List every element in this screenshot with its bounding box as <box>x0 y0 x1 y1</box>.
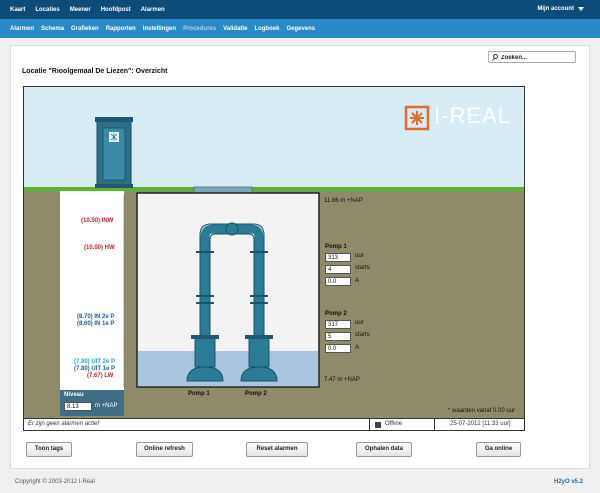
niveau-unit: m +NAP <box>95 403 118 409</box>
nav-locaties[interactable]: Locaties <box>35 7 59 13</box>
pump-1-title: Pomp 1 <box>325 244 347 250</box>
pump-1-amps-unit: A <box>355 278 360 284</box>
toon-tags-button[interactable]: Toon tags <box>26 442 72 457</box>
brand-logo-text: I-REAL <box>434 103 511 128</box>
manhole-cover <box>193 186 253 194</box>
nav-meener[interactable]: Meener <box>70 7 91 13</box>
pump-2-hours: 317 <box>325 320 351 329</box>
pump-1-hours-unit: uur <box>355 253 364 259</box>
label-in-2e-p: (8.70) IN 2e P <box>77 314 115 320</box>
tab-grafieken[interactable]: Grafieken <box>71 26 99 32</box>
connection-indicator-icon <box>375 422 381 428</box>
label-uit-1e-p: (7.80) UIT 1e P <box>74 366 116 372</box>
tab-procedures[interactable]: Procedures <box>183 26 216 32</box>
reset-alarmen-button[interactable]: Reset alarmen <box>246 442 308 457</box>
tab-rapporten[interactable]: Rapporten <box>106 26 136 32</box>
connection-status: Offline <box>385 421 403 427</box>
label-uit-2e-p: (7.90) UIT 2e P <box>74 359 116 365</box>
pump-2-hours-unit: uur <box>355 320 364 326</box>
page-title: Locatie "Rioolgemaal De Liezen": Overzic… <box>22 68 168 75</box>
nav-alarmen[interactable]: Alarmen <box>141 7 165 13</box>
top-level-readout: 11.86 m +NAP <box>324 198 363 204</box>
control-cabinet <box>95 117 133 188</box>
pump-1-hours: 313 <box>325 253 351 262</box>
niveau-value: 8.13 <box>64 402 92 411</box>
nav-kaart[interactable]: Kaart <box>10 7 25 13</box>
pump-2-title: Pomp 2 <box>325 311 347 317</box>
status-bar: Er zijn geen alarmen actief Offline 25-0… <box>23 419 525 431</box>
ga-online-button[interactable]: Ga online <box>476 442 521 457</box>
pump-1-caption: Pomp 1 <box>188 391 210 397</box>
pump-2-caption: Pomp 2 <box>245 391 267 397</box>
version[interactable]: H2yO v5.2 <box>554 479 583 485</box>
pump-2-amps-unit: A <box>355 345 360 351</box>
water-level <box>138 351 318 386</box>
note: * waarden vanaf 0.00 uur <box>448 408 516 414</box>
sub-navigation: Alarmen Schema Grafieken Rapporten Inste… <box>0 19 600 38</box>
niveau-label: Niveau <box>64 392 84 398</box>
pump-1-starts-unit: starts <box>355 265 370 271</box>
section-menu: Alarmen Schema Grafieken Rapporten Inste… <box>10 19 322 38</box>
tab-validatie[interactable]: Validatie <box>223 26 247 32</box>
pump-2-amps: 0.0 <box>325 344 351 353</box>
main-menu: Kaart Locaties Meener Hoofdpost Alarmen <box>10 0 175 19</box>
tab-instellingen[interactable]: Instellingen <box>143 26 176 32</box>
pump-1-starts: 4 <box>325 265 351 274</box>
chevron-down-icon[interactable] <box>578 7 584 11</box>
divider <box>434 419 435 430</box>
divider <box>369 419 370 430</box>
bottom-level-readout: 7.47 m +NAP <box>324 377 360 383</box>
alarm-status: Er zijn geen alarmen actief <box>28 421 100 427</box>
copyright: Copyright © 2003-2012 I-Real <box>15 479 95 485</box>
valve-icon <box>225 222 239 236</box>
tab-alarmen[interactable]: Alarmen <box>10 26 34 32</box>
timestamp: 25-07-2012 [11:33 uur] <box>450 421 511 427</box>
search-input[interactable] <box>501 53 571 62</box>
search-box[interactable] <box>488 51 576 63</box>
pump-1-amps: 0.0 <box>325 277 351 286</box>
pump-2-starts: 5 <box>325 332 351 341</box>
top-navigation: Kaart Locaties Meener Hoofdpost Alarmen … <box>0 0 600 19</box>
nav-hoofdpost[interactable]: Hoofdpost <box>101 7 131 13</box>
pump-station-schematic: I-REAL (10.50) INW (10.00) HW (8.70) IN … <box>23 86 525 419</box>
online-refresh-button[interactable]: Online refresh <box>136 442 193 457</box>
tab-gegevens[interactable]: Gegevens <box>286 26 315 32</box>
ophalen-data-button[interactable]: Ophalen data <box>356 442 412 457</box>
tab-logboek[interactable]: Logboek <box>254 26 279 32</box>
i-real-logo-icon <box>404 105 430 131</box>
label-in-1e-p: (8.60) IN 1e P <box>77 321 115 327</box>
label-inw: (10.50) INW <box>81 218 114 224</box>
search-icon-handle <box>492 58 495 61</box>
pump-2-starts-unit: starts <box>355 332 370 338</box>
label-lw: (7.67) LW <box>87 373 114 379</box>
label-hw: (10.00) HW <box>84 245 115 251</box>
tab-schema[interactable]: Schema <box>41 26 64 32</box>
account-menu[interactable]: Mijn account <box>537 6 574 12</box>
